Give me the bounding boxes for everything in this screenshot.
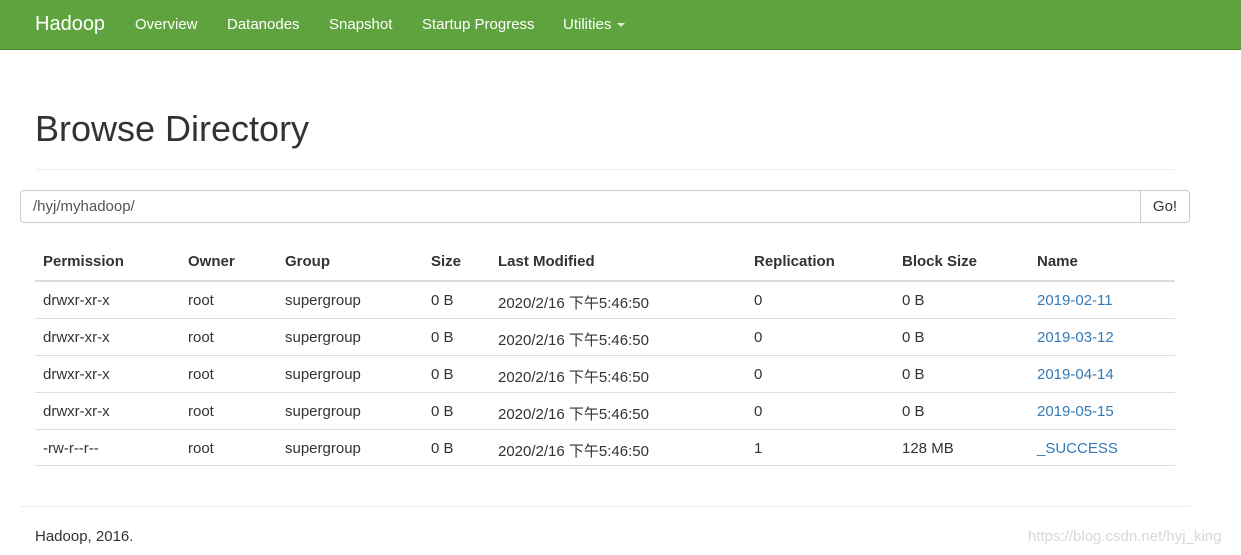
nav-snapshot[interactable]: Snapshot	[329, 16, 392, 33]
cell-size: 0 B	[431, 440, 454, 457]
table-row: drwxr-xr-x root supergroup 0 B 2020/2/16 下午5…	[35, 355, 1175, 392]
header-group[interactable]: Group	[285, 253, 330, 270]
cell-block-size: 0 B	[902, 366, 925, 383]
cell-group: supergroup	[285, 329, 361, 346]
cell-group: supergroup	[285, 366, 361, 383]
file-name-link[interactable]: 2019-05-15	[1037, 403, 1114, 420]
cell-last-modified: 2020/2/16 下午5:46:50	[498, 295, 649, 312]
file-table: Permission Owner Group Size Last Modifie…	[35, 243, 1175, 466]
cell-size: 0 B	[431, 366, 454, 383]
cell-owner: root	[188, 366, 214, 383]
table-row: -rw-r--r-- root supergroup 0 B 2020/2/16 下午5…	[35, 429, 1175, 466]
go-button[interactable]: Go!	[1140, 190, 1190, 223]
footer-copyright: Hadoop, 2016.	[35, 528, 134, 545]
cell-group: supergroup	[285, 292, 361, 309]
cell-replication: 0	[754, 292, 763, 309]
cell-permission: drwxr-xr-x	[43, 403, 110, 420]
cell-group: supergroup	[285, 440, 361, 457]
cell-owner: root	[188, 292, 214, 309]
table-row: drwxr-xr-x root supergroup 0 B 2020/2/16 下午5…	[35, 392, 1175, 429]
cell-replication: 0	[754, 329, 763, 346]
title-divider	[35, 169, 1175, 170]
nav-utilities-dropdown[interactable]: Utilities	[563, 16, 626, 33]
header-last-modified[interactable]: Last Modified	[498, 253, 595, 270]
nav-datanodes[interactable]: Datanodes	[227, 16, 300, 33]
navbar: Hadoop Overview Datanodes Snapshot Start…	[0, 0, 1241, 50]
cell-block-size: 0 B	[902, 403, 925, 420]
watermark: https://blog.csdn.net/hyj_king	[1028, 528, 1222, 545]
cell-block-size: 0 B	[902, 329, 925, 346]
header-permission[interactable]: Permission	[43, 253, 124, 270]
cell-group: supergroup	[285, 403, 361, 420]
table-row: drwxr-xr-x root supergroup 0 B 2020/2/16 下午5…	[35, 318, 1175, 355]
file-name-link[interactable]: 2019-04-14	[1037, 366, 1114, 383]
footer-divider	[20, 506, 1190, 507]
cell-owner: root	[188, 329, 214, 346]
table-header-row: Permission Owner Group Size Last Modifie…	[35, 243, 1175, 281]
cell-replication: 0	[754, 403, 763, 420]
cell-owner: root	[188, 403, 214, 420]
directory-path-input[interactable]	[20, 190, 1141, 223]
cell-permission: drwxr-xr-x	[43, 366, 110, 383]
cell-size: 0 B	[431, 403, 454, 420]
cell-permission: drwxr-xr-x	[43, 292, 110, 309]
header-size[interactable]: Size	[431, 253, 461, 270]
header-block-size[interactable]: Block Size	[902, 253, 977, 270]
cell-last-modified: 2020/2/16 下午5:46:50	[498, 443, 649, 460]
page-title: Browse Directory	[35, 108, 310, 149]
cell-size: 0 B	[431, 329, 454, 346]
cell-replication: 0	[754, 366, 763, 383]
cell-last-modified: 2020/2/16 下午5:46:50	[498, 369, 649, 386]
header-owner[interactable]: Owner	[188, 253, 235, 270]
nav-startup-progress[interactable]: Startup Progress	[422, 16, 535, 33]
cell-block-size: 128 MB	[902, 440, 954, 457]
nav-overview[interactable]: Overview	[135, 16, 198, 33]
cell-permission: drwxr-xr-x	[43, 329, 110, 346]
cell-last-modified: 2020/2/16 下午5:46:50	[498, 332, 649, 349]
cell-size: 0 B	[431, 292, 454, 309]
file-name-link[interactable]: 2019-03-12	[1037, 329, 1114, 346]
nav-utilities-label: Utilities	[563, 16, 612, 33]
brand-link[interactable]: Hadoop	[35, 13, 105, 36]
caret-down-icon	[617, 23, 626, 28]
header-name[interactable]: Name	[1037, 253, 1078, 270]
file-name-link[interactable]: 2019-02-11	[1037, 292, 1113, 309]
table-row: drwxr-xr-x root supergroup 0 B 2020/2/16 下午5…	[35, 281, 1175, 318]
file-name-link[interactable]: _SUCCESS	[1037, 440, 1118, 457]
cell-last-modified: 2020/2/16 下午5:46:50	[498, 406, 649, 423]
cell-replication: 1	[754, 440, 763, 457]
cell-permission: -rw-r--r--	[43, 440, 99, 457]
cell-block-size: 0 B	[902, 292, 925, 309]
cell-owner: root	[188, 440, 214, 457]
header-replication[interactable]: Replication	[754, 253, 835, 270]
